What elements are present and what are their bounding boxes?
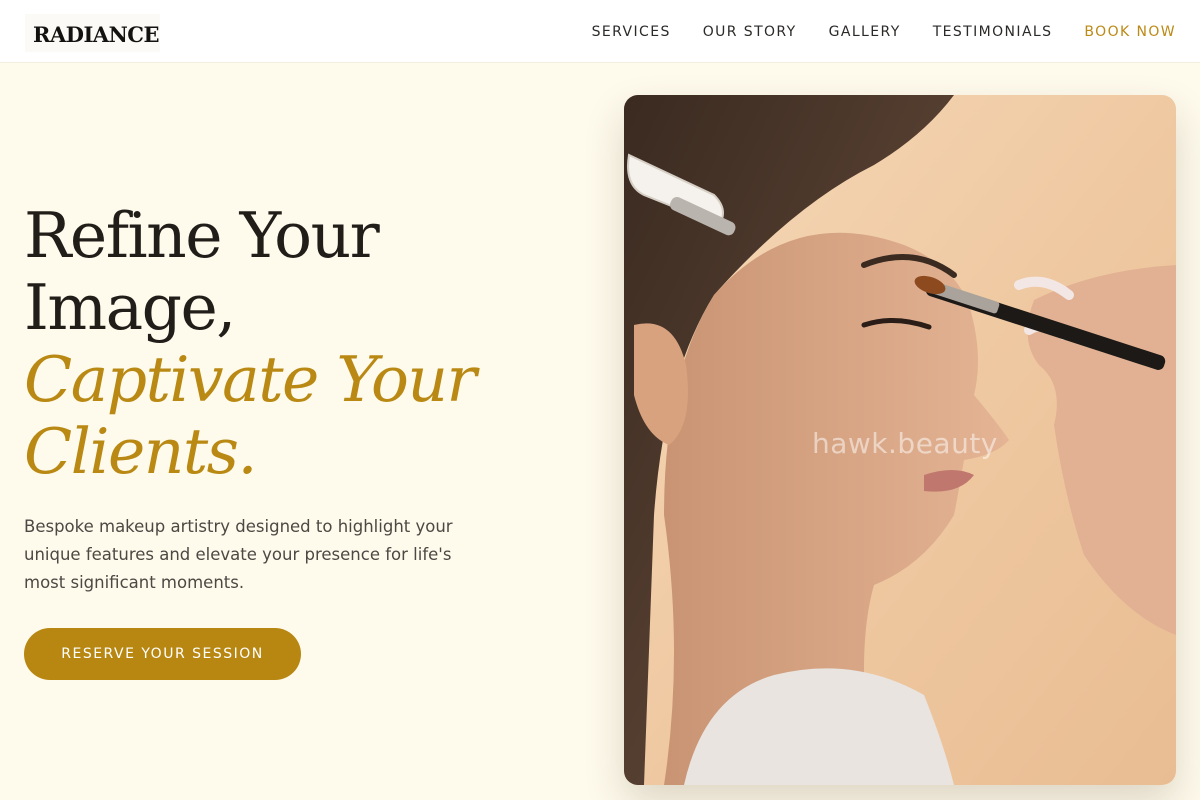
brand-logo[interactable]: RADIANCE	[25, 14, 160, 52]
reserve-session-button[interactable]: RESERVE YOUR SESSION	[24, 628, 301, 680]
nav-link-gallery[interactable]: GALLERY	[829, 22, 901, 42]
nav-link-services[interactable]: SERVICES	[592, 22, 671, 42]
hero-title-line-1: Refine Your	[24, 199, 380, 272]
main-nav: SERVICES OUR STORY GALLERY TESTIMONIALS …	[592, 22, 1176, 42]
hero-title-line-2: Image,	[24, 271, 236, 344]
hero-photo: hawk.beauty	[624, 95, 1176, 785]
site-header: RADIANCE SERVICES OUR STORY GALLERY TEST…	[0, 0, 1200, 63]
nav-link-our-story[interactable]: OUR STORY	[703, 22, 797, 42]
hero-title: Refine Your Image, Captivate Your Client…	[24, 200, 584, 488]
nav-link-book-now[interactable]: BOOK NOW	[1084, 22, 1176, 42]
nav-link-testimonials[interactable]: TESTIMONIALS	[933, 22, 1053, 42]
hero-title-accent-line-2: Clients.	[24, 415, 258, 488]
image-watermark: hawk.beauty	[812, 427, 998, 460]
hero-title-accent-line-1: Captivate Your	[24, 343, 477, 416]
hero-subtitle: Bespoke makeup artistry designed to high…	[24, 517, 453, 592]
